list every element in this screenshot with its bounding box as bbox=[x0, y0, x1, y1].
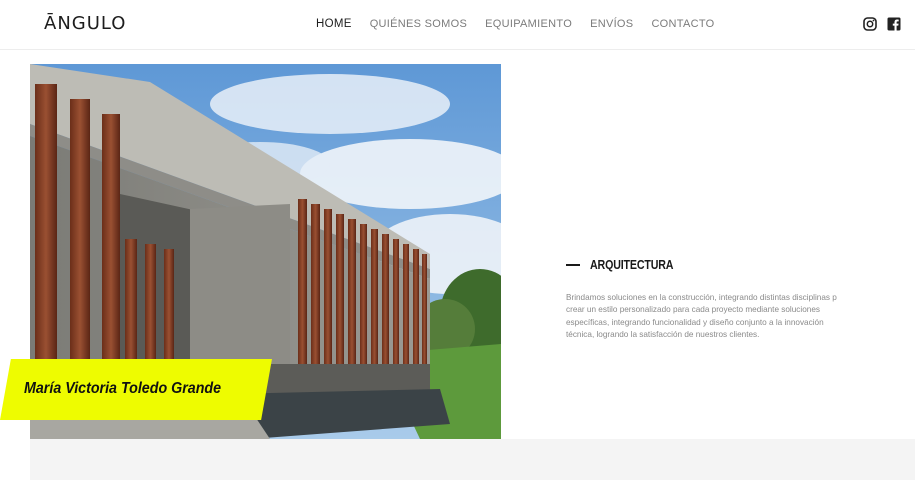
name-tag-overlay: María Victoria Toledo Grande bbox=[0, 359, 272, 420]
nav-contacto[interactable]: CONTACTO bbox=[651, 18, 714, 30]
facebook-icon[interactable] bbox=[887, 17, 901, 31]
site-logo[interactable]: ĀNGULO bbox=[44, 13, 126, 34]
description-line: específicas, integrando funcionalidad y … bbox=[566, 317, 824, 327]
instagram-icon[interactable] bbox=[863, 17, 877, 31]
nav-home[interactable]: HOME bbox=[316, 18, 352, 30]
bottom-band bbox=[30, 439, 915, 480]
section-description: Brindamos soluciones en la construcción,… bbox=[566, 292, 915, 342]
social-links bbox=[863, 17, 901, 31]
site-header: ĀNGULO HOME QUIÉNES SOMOS EQUIPAMIENTO E… bbox=[0, 0, 915, 50]
heading-dash bbox=[566, 263, 580, 266]
section-title: ARQUITECTURA bbox=[590, 257, 674, 272]
nav-equipamiento[interactable]: EQUIPAMIENTO bbox=[485, 18, 572, 30]
description-line: técnica, logrando la satisfacción de nue… bbox=[566, 330, 760, 340]
name-tag-label: María Victoria Toledo Grande bbox=[24, 380, 222, 397]
main-nav: HOME QUIÉNES SOMOS EQUIPAMIENTO ENVÍOS C… bbox=[316, 18, 733, 30]
nav-envios[interactable]: ENVÍOS bbox=[590, 18, 633, 30]
nav-quienes-somos[interactable]: QUIÉNES SOMOS bbox=[370, 18, 467, 30]
description-line: Brindamos soluciones en la construcción,… bbox=[566, 293, 837, 302]
description-line: crear un estilo personalizado para cada … bbox=[566, 305, 820, 315]
section-heading: ARQUITECTURA bbox=[566, 257, 692, 272]
